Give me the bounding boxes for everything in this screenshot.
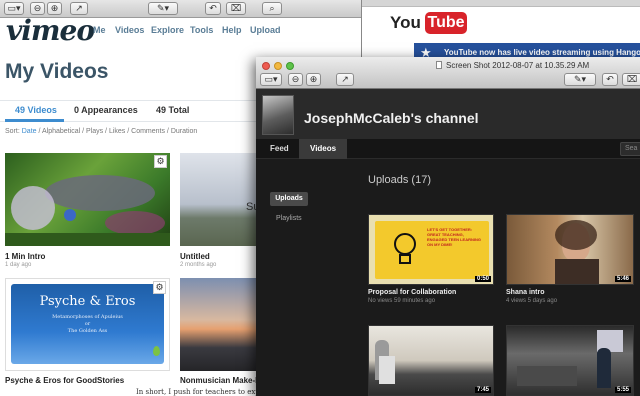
sidebar-toggle-button[interactable]: ▭▾ — [260, 73, 282, 86]
page-title: My Videos — [5, 60, 109, 83]
person-hair — [555, 220, 597, 250]
window-title: Screen Shot 2012-08-07 at 10.35.29 AM — [446, 61, 590, 70]
video-thumbnail[interactable]: 7:45 — [368, 325, 494, 396]
tab-feed[interactable]: Feed — [259, 139, 300, 159]
gear-icon[interactable]: ⚙ — [154, 155, 167, 168]
zoom-in-button[interactable]: ⊕ — [306, 73, 321, 86]
upload-meta: 4 views 5 days ago — [506, 298, 558, 304]
channel-title[interactable]: JosephMcCaleb's channel — [304, 110, 479, 126]
annotate-button[interactable]: ✎▾ — [564, 73, 596, 86]
preview-window: Screen Shot 2012-08-07 at 10.35.29 AM ▭▾… — [256, 57, 640, 396]
edit-button[interactable]: ⌧ — [622, 73, 640, 86]
search-toolbar-button[interactable]: ⌕ — [262, 2, 282, 15]
footer-text: In short, I push for teachers to expe — [136, 388, 264, 396]
video-thumbnail[interactable]: 5:55 — [506, 325, 634, 396]
video-thumbnail[interactable]: Su — [180, 153, 256, 246]
stat-videos[interactable]: 49 Videos — [15, 105, 57, 115]
nav-help[interactable]: Help — [222, 25, 242, 35]
nav-upload[interactable]: Upload — [250, 25, 281, 35]
sidebar-item-playlists[interactable]: Playlists — [276, 215, 302, 222]
video-meta: 2 months ago — [180, 262, 217, 268]
minimize-button[interactable] — [274, 62, 282, 70]
title-bar: Screen Shot 2012-08-07 at 10.35.29 AM ▭▾… — [256, 57, 640, 89]
sort-line: Sort: Date / Alphabetical / Plays / Like… — [5, 128, 198, 135]
zoom-button[interactable] — [286, 62, 294, 70]
stat-appearances[interactable]: 0 Appearances — [74, 105, 138, 115]
zoom-out-button[interactable]: ⊖ — [288, 73, 303, 86]
upload-meta: No views 59 minutes ago — [368, 298, 436, 304]
note-text: LET'S GET TOGETHER: GREAT TEACHING, ENGA… — [427, 227, 482, 247]
slide-title: Psyche & Eros — [39, 294, 136, 309]
document-icon — [436, 61, 442, 69]
sort-plays[interactable]: Plays — [86, 128, 103, 135]
person-body — [555, 259, 599, 284]
sort-comments[interactable]: Comments — [131, 128, 165, 135]
slide-line: Metamorphoses of Apuleius — [52, 314, 123, 320]
sort-alphabetical[interactable]: Alphabetical — [42, 128, 80, 135]
thumbnail-text: Su — [246, 201, 256, 213]
video-title[interactable]: 1 Min Intro — [5, 252, 45, 261]
rotate-button[interactable]: ↶ — [205, 2, 221, 15]
duration-badge: 5:46 — [614, 276, 631, 282]
sort-duration[interactable]: Duration — [171, 128, 197, 135]
avatar[interactable] — [262, 95, 294, 135]
nav-explore[interactable]: Explore — [151, 25, 184, 35]
slide-line: or — [84, 321, 91, 327]
vimeo-logo[interactable]: vimeo — [6, 14, 95, 47]
stat-total[interactable]: 49 Total — [156, 105, 189, 115]
upload-title[interactable]: Shana intro — [506, 289, 545, 296]
thumbnail-slide: Psyche & Eros Metamorphoses of Apuleius … — [11, 284, 164, 364]
edit-button[interactable]: ⌧ — [226, 2, 246, 15]
upload-title[interactable]: Proposal for Collaboration — [368, 289, 456, 296]
sticky-note: LET'S GET TOGETHER: GREAT TEACHING, ENGA… — [375, 221, 489, 279]
tab-videos[interactable]: Videos — [299, 139, 348, 159]
active-tab-indicator — [5, 119, 64, 122]
audience — [517, 366, 577, 386]
rotate-button[interactable]: ↶ — [602, 73, 618, 86]
sort-date[interactable]: Date — [22, 128, 37, 135]
uploads-heading: Uploads (17) — [368, 174, 431, 186]
lightbulb-icon — [394, 233, 416, 264]
video-title[interactable]: Nonmusician Make-B — [180, 376, 261, 385]
nav-tools[interactable]: Tools — [190, 25, 213, 35]
sort-label: Sort: — [5, 128, 20, 135]
video-title[interactable]: Untitled — [180, 252, 210, 261]
thumbnail-art — [5, 175, 170, 246]
annotate-button[interactable]: ✎▾ — [148, 2, 178, 15]
share-button[interactable]: ↗ — [336, 73, 354, 86]
channel-search-input[interactable]: Sea — [620, 142, 640, 156]
video-thumbnail[interactable]: LET'S GET TOGETHER: GREAT TEACHING, ENGA… — [368, 214, 494, 285]
video-thumbnail[interactable]: Psyche & Eros Metamorphoses of Apuleius … — [5, 278, 170, 371]
nav-me[interactable]: Me — [93, 25, 106, 35]
duration-badge: 0:50 — [474, 276, 491, 282]
person-shirt — [379, 356, 395, 384]
duration-badge: 5:55 — [614, 387, 631, 393]
video-thumbnail[interactable]: 5:46 — [506, 214, 634, 285]
video-thumbnail[interactable]: ⚙ — [5, 153, 170, 246]
video-title[interactable]: Psyche & Eros for GoodStories — [5, 376, 124, 385]
person-figure — [597, 348, 611, 388]
sidebar-item-uploads[interactable]: Uploads — [270, 192, 308, 206]
youtube-logo[interactable]: You — [390, 13, 421, 33]
close-button[interactable] — [262, 62, 270, 70]
slide-line: The Golden Ass — [67, 328, 108, 334]
video-thumbnail[interactable] — [180, 278, 256, 371]
video-meta: 1 day ago — [5, 262, 32, 268]
leaf-icon — [153, 346, 160, 356]
sort-likes[interactable]: Likes — [109, 128, 125, 135]
nav-videos[interactable]: Videos — [115, 25, 144, 35]
gear-icon[interactable]: ⚙ — [153, 281, 166, 294]
duration-badge: 7:45 — [474, 387, 491, 393]
youtube-logo-tube[interactable]: Tube — [425, 12, 467, 34]
